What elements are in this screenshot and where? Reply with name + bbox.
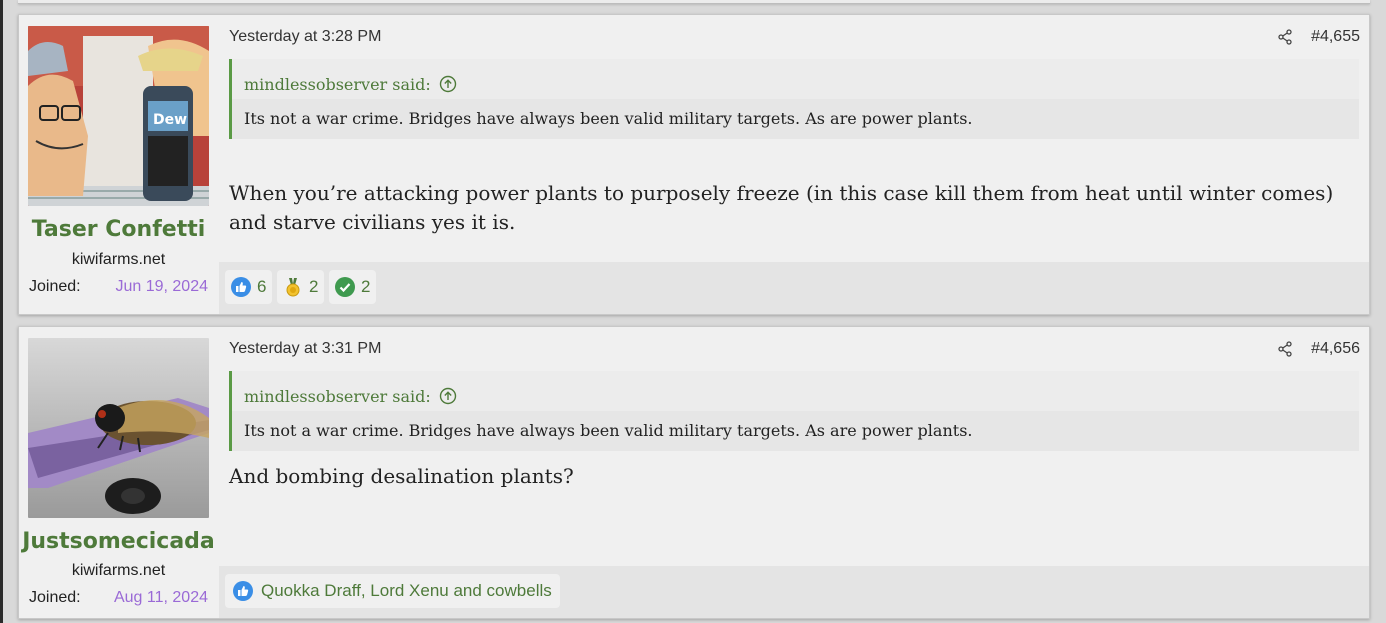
username[interactable]: Justsomecicada [19, 529, 218, 554]
reaction-like[interactable]: 6 [225, 270, 273, 304]
post-number[interactable]: #4,656 [1311, 340, 1360, 358]
username[interactable]: Taser Confetti [19, 217, 218, 242]
reaction-list[interactable]: Quokka Draff, Lord Xenu and cowbells [225, 574, 560, 608]
post-message: When you’re attacking power plants to pu… [229, 181, 1334, 234]
quote-header[interactable]: mindlessobserver said: [232, 59, 1359, 99]
quote-block: mindlessobserver said: Its not a war cri… [229, 371, 1359, 451]
previous-post-bottom [18, 0, 1370, 4]
user-site: kiwifarms.net [71, 562, 166, 579]
quote-block: mindlessobserver said: Its not a war cri… [229, 59, 1359, 139]
quote-text: Its not a war crime. Bridges have always… [232, 411, 1359, 451]
quote-author[interactable]: mindlessobserver said: [244, 75, 431, 94]
go-to-quote-icon[interactable] [439, 75, 457, 93]
post: Justsomecicada kiwifarms.net Joined: Aug… [18, 326, 1370, 619]
reaction-count: 2 [361, 277, 371, 296]
post-date[interactable]: Yesterday at 3:28 PM [229, 28, 381, 46]
joined-date: Jun 19, 2024 [115, 278, 208, 295]
post-date[interactable]: Yesterday at 3:31 PM [229, 340, 381, 358]
check-icon [335, 277, 355, 297]
reaction-medal[interactable]: 2 [277, 270, 325, 304]
post-main: Yesterday at 3:31 PM #4,656 mindlessobse… [219, 327, 1369, 618]
post-main: Yesterday at 3:28 PM #4,655 mindlessobse… [219, 15, 1369, 314]
go-to-quote-icon[interactable] [439, 387, 457, 405]
reaction-count: 6 [257, 277, 267, 296]
user-info: Justsomecicada kiwifarms.net Joined: Aug… [19, 327, 218, 618]
avatar[interactable] [28, 338, 209, 518]
post: Dew Taser Confetti kiwifarms.net Joined:… [18, 14, 1370, 315]
quote-author[interactable]: mindlessobserver said: [244, 387, 431, 406]
user-info: Dew Taser Confetti kiwifarms.net Joined:… [19, 15, 218, 314]
reaction-check[interactable]: 2 [329, 270, 377, 304]
joined-label: Joined: [29, 589, 81, 606]
avatar[interactable]: Dew [28, 26, 209, 206]
medal-icon [286, 278, 300, 297]
post-footer: 6 2 2 [219, 262, 1369, 314]
reaction-count: 2 [309, 277, 319, 296]
svg-text:Dew: Dew [153, 112, 187, 128]
reaction-users[interactable]: Quokka Draff, Lord Xenu and cowbells [261, 581, 552, 601]
share-icon[interactable] [1277, 29, 1293, 45]
thumbs-up-icon [231, 277, 251, 297]
quote-text: Its not a war crime. Bridges have always… [232, 99, 1359, 139]
post-number[interactable]: #4,655 [1311, 28, 1360, 46]
thumbs-up-icon [233, 581, 253, 601]
share-icon[interactable] [1277, 341, 1293, 357]
quote-header[interactable]: mindlessobserver said: [232, 371, 1359, 411]
window-edge [0, 0, 3, 623]
post-message: And bombing desalination plants? [229, 464, 574, 488]
post-footer: Quokka Draff, Lord Xenu and cowbells [219, 566, 1369, 618]
joined-label: Joined: [29, 278, 81, 295]
user-site: kiwifarms.net [71, 251, 166, 268]
joined-date: Aug 11, 2024 [113, 589, 208, 606]
